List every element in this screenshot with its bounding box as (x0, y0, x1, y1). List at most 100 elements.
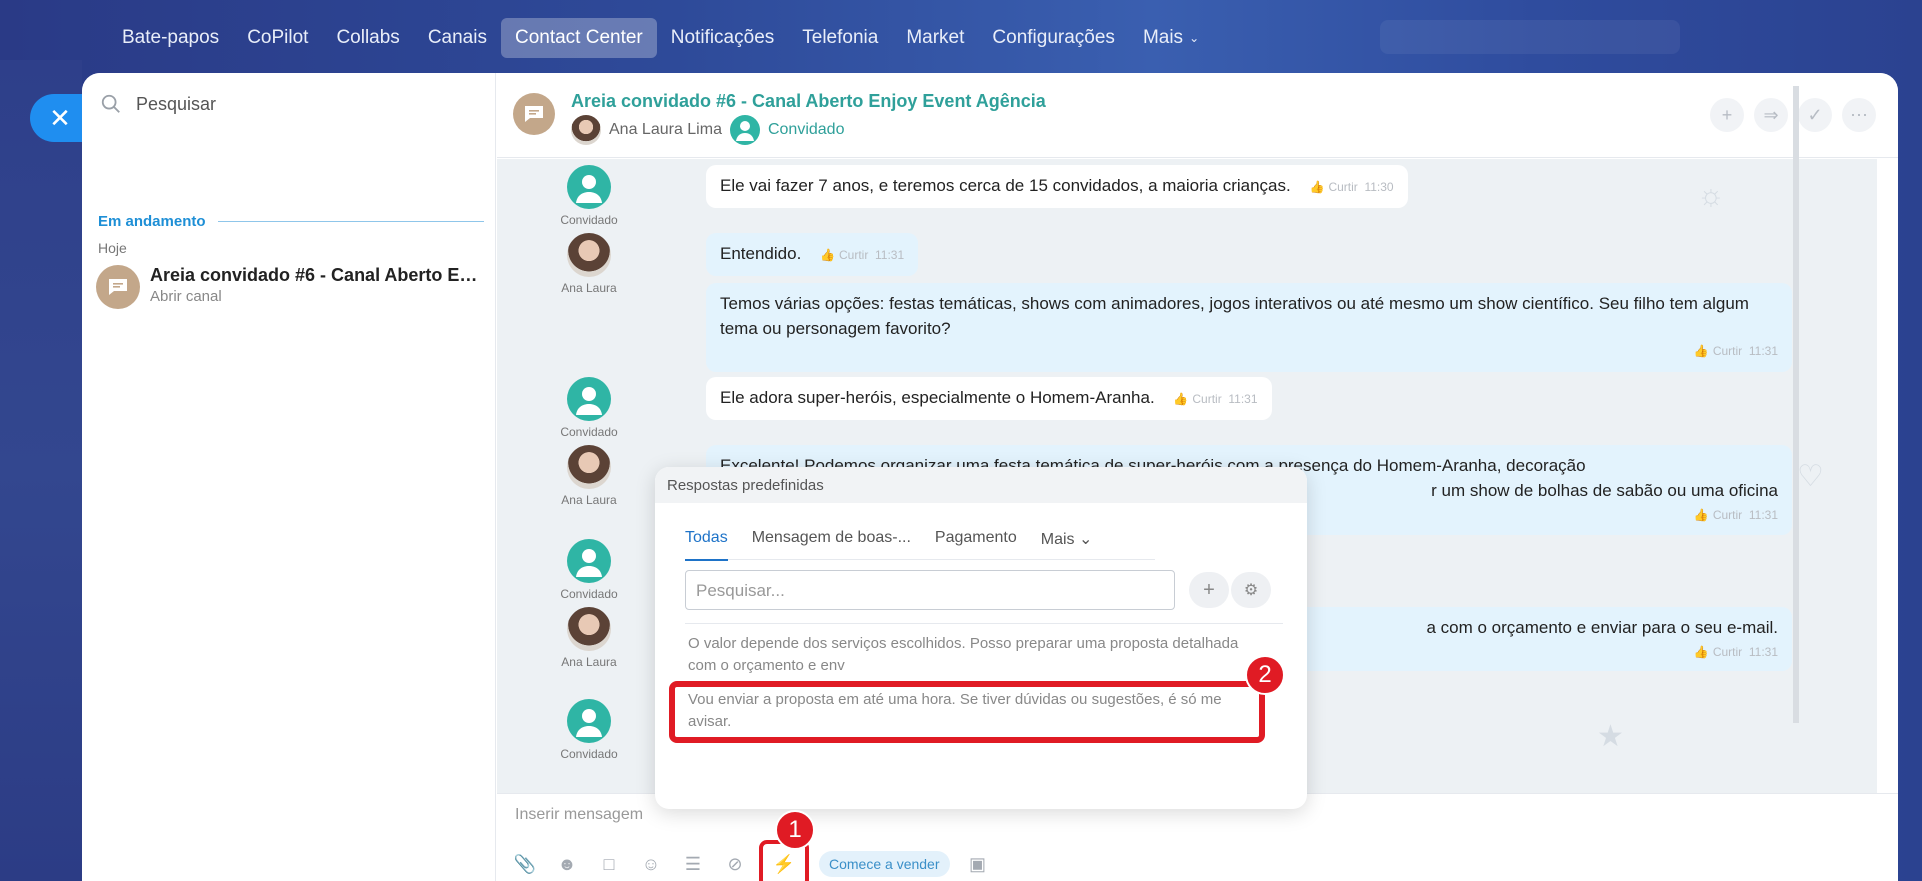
message-author: Convidado (549, 377, 629, 439)
predefined-replies-popup: Respostas predefinidas Todas Mensagem de… (655, 467, 1307, 809)
chat-members: Ana Laura Lima Convidado (571, 115, 844, 145)
add-icon[interactable]: + (1710, 98, 1744, 132)
nav-configuracoes[interactable]: Configurações (978, 18, 1129, 58)
message-text: Ele adora super-heróis, especialmente o … (720, 388, 1155, 407)
attach-icon[interactable]: 📎 (511, 850, 539, 878)
like-label[interactable]: Curtir (1713, 645, 1742, 659)
section-divider (217, 221, 484, 222)
nav-notificacoes[interactable]: Notificações (657, 18, 789, 58)
nav-telefonia[interactable]: Telefonia (788, 18, 892, 58)
operator-avatar[interactable] (567, 607, 611, 651)
message-bubble: Ele vai fazer 7 anos, e teremos cerca de… (706, 165, 1408, 208)
top-right-blurred-area (1380, 20, 1680, 54)
message-bubble: Temos várias opções: festas temáticas, s… (706, 283, 1792, 372)
left-background (0, 60, 82, 881)
user-icon[interactable]: ☻ (553, 850, 581, 878)
sidebar-search[interactable]: Pesquisar (100, 93, 216, 115)
message-text: Temos várias opções: festas temáticas, s… (720, 294, 1749, 338)
scrollbar[interactable] (1793, 86, 1799, 723)
chat-name: Areia convidado #6 - Canal Aberto Enj... (150, 265, 480, 285)
composer-toolbar: 📎 ☻ □ ☺ ☰ ⊘ ⚡ Comece a vender ▣ (511, 840, 992, 881)
message-author: Ana Laura (549, 607, 629, 669)
chat-title[interactable]: Areia convidado #6 - Canal Aberto Enjoy … (571, 91, 1046, 112)
like-icon[interactable]: 👍 (1173, 392, 1188, 406)
guest-avatar[interactable] (567, 699, 611, 743)
message-text-fragment: r um show de bolhas de sabão ou uma ofic… (1431, 481, 1778, 500)
nav-mais[interactable]: Mais ⌄ (1129, 18, 1213, 58)
like-label[interactable]: Curtir (1713, 344, 1742, 358)
popup-search-input[interactable]: Pesquisar... (685, 570, 1175, 610)
message-bubble: Ele adora super-heróis, especialmente o … (706, 377, 1272, 420)
guest-avatar[interactable] (567, 377, 611, 421)
message-author: Convidado (549, 699, 629, 761)
operator-avatar[interactable] (567, 445, 611, 489)
chat-sidebar: Pesquisar Em andamento Hoje Areia convid… (82, 73, 496, 881)
screen-icon[interactable]: ▣ (964, 850, 992, 878)
guest-name[interactable]: Convidado (768, 121, 845, 139)
tab-payment[interactable]: Pagamento (935, 529, 1017, 549)
message-input[interactable]: Inserir mensagem (515, 806, 643, 824)
background-doodle: ★ (1597, 720, 1624, 753)
nav-copilot[interactable]: CoPilot (233, 18, 322, 58)
chat-list-item[interactable]: Areia convidado #6 - Canal Aberto Enj...… (96, 265, 486, 309)
hidden-message-icon[interactable]: ⊘ (721, 850, 749, 878)
operator-avatar[interactable] (571, 115, 601, 145)
tab-all[interactable]: Todas (685, 529, 728, 561)
highlight-box (669, 681, 1265, 743)
nav-collabs[interactable]: Collabs (322, 18, 413, 58)
chevron-down-icon: ⌄ (1078, 531, 1093, 548)
popup-title: Respostas predefinidas (655, 467, 1307, 503)
chat-icon (96, 265, 140, 309)
settings-gear-icon[interactable]: ⚙ (1231, 572, 1271, 608)
chevron-down-icon: ⌄ (1189, 31, 1200, 45)
nav-contact-center[interactable]: Contact Center (500, 18, 657, 58)
command-icon[interactable]: □ (595, 850, 623, 878)
guest-avatar[interactable] (567, 539, 611, 583)
author-label: Ana Laura (561, 493, 617, 507)
tab-more-label: Mais (1040, 531, 1075, 548)
message-author: Ana Laura (549, 233, 629, 295)
predefined-reply-item[interactable]: O valor depende dos serviços escolhidos.… (688, 633, 1248, 677)
author-label: Convidado (560, 587, 618, 601)
nav-market[interactable]: Market (892, 18, 978, 58)
emoji-icon[interactable]: ☺ (637, 850, 665, 878)
operator-avatar[interactable] (567, 233, 611, 277)
background-doodle: ♡ (1797, 460, 1824, 493)
message-time: 11:30 (1364, 180, 1394, 194)
tab-welcome[interactable]: Mensagem de boas-... (752, 529, 911, 549)
history-icon[interactable]: ☰ (679, 850, 707, 878)
close-icon: ✕ (49, 102, 71, 133)
like-label[interactable]: Curtir (1192, 392, 1221, 406)
search-placeholder: Pesquisar (136, 93, 217, 114)
like-icon[interactable]: 👍 (1694, 344, 1709, 358)
like-icon[interactable]: 👍 (1309, 180, 1324, 194)
nav-canais[interactable]: Canais (414, 18, 501, 58)
message-time: 11:31 (1228, 392, 1258, 406)
like-label[interactable]: Curtir (839, 248, 868, 262)
message-time: 11:31 (1748, 344, 1778, 358)
like-label[interactable]: Curtir (1713, 508, 1742, 522)
nav-bate-papos[interactable]: Bate-papos (108, 18, 233, 58)
add-reply-icon[interactable]: + (1189, 572, 1229, 608)
tab-more[interactable]: Mais ⌄ (1041, 529, 1093, 549)
section-in-progress: Em andamento (98, 213, 484, 230)
start-selling-button[interactable]: Comece a vender (819, 851, 950, 877)
guest-avatar[interactable] (729, 115, 760, 145)
like-label[interactable]: Curtir (1328, 180, 1357, 194)
like-icon[interactable]: 👍 (1694, 645, 1709, 659)
like-icon[interactable]: 👍 (820, 248, 835, 262)
more-icon[interactable]: ⋯ (1842, 98, 1876, 132)
operator-name[interactable]: Ana Laura Lima (609, 121, 722, 139)
message-text-fragment: a com o orçamento e enviar para o seu e-… (1426, 618, 1778, 637)
message-time: 11:31 (1748, 645, 1778, 659)
step-badge-1: 1 (775, 810, 815, 850)
like-icon[interactable]: 👍 (1694, 508, 1709, 522)
background-doodle: ☼ (1697, 179, 1725, 212)
forward-icon[interactable]: ⇒ (1754, 98, 1788, 132)
chat-subtitle: Abrir canal (150, 288, 222, 305)
popup-divider (685, 623, 1283, 624)
guest-avatar[interactable] (567, 165, 611, 209)
check-icon[interactable]: ✓ (1798, 98, 1832, 132)
author-label: Convidado (560, 425, 618, 439)
message-author: Convidado (549, 165, 629, 227)
